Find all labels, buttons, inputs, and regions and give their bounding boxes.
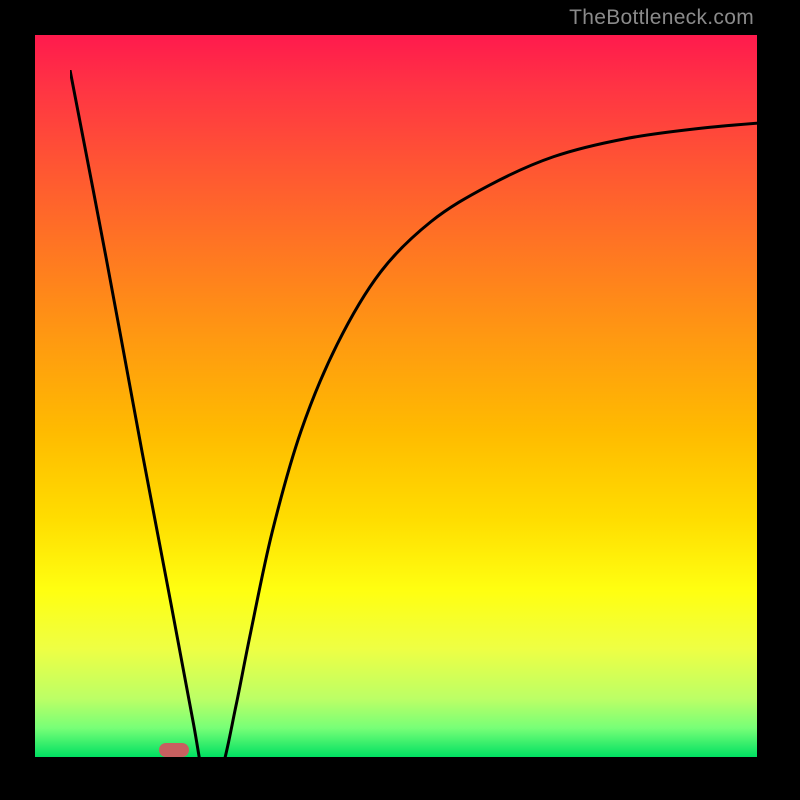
frame-right — [757, 0, 800, 800]
watermark-text: TheBottleneck.com — [569, 6, 754, 30]
bottleneck-curve — [70, 70, 792, 792]
optimal-marker — [159, 743, 189, 757]
frame-left — [0, 0, 35, 800]
plot-area — [35, 35, 757, 757]
frame-bottom — [0, 757, 800, 800]
chart-container: TheBottleneck.com — [0, 0, 800, 800]
